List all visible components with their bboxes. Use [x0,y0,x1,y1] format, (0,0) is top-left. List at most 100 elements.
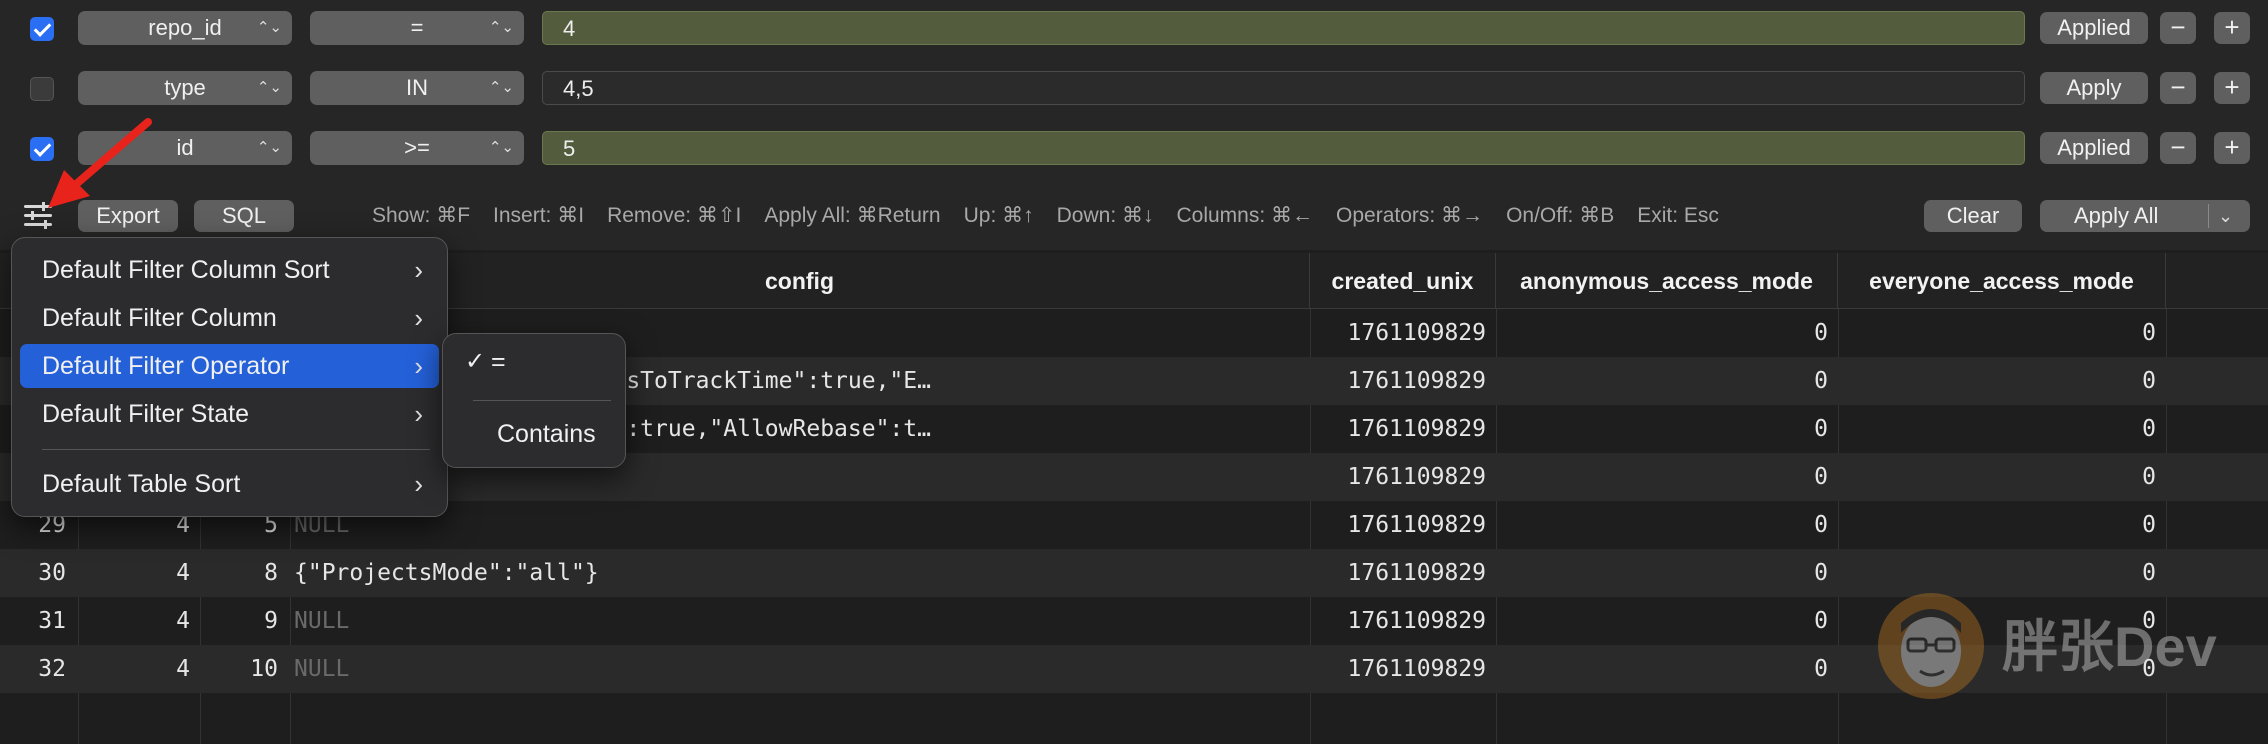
filter-apply-button[interactable]: Apply [2040,72,2148,104]
filter-enable-checkbox[interactable] [30,17,54,41]
chevron-right-icon: › [414,399,423,429]
column-header-everyone-access-mode[interactable]: everyone_access_mode [1838,253,2166,309]
add-filter-button[interactable]: + [2214,12,2250,44]
menu-item-default-table-sort[interactable]: Default Table Sort › [20,462,439,506]
table-cell[interactable]: 1761109829 [1310,309,1492,357]
menu-item-default-filter-column[interactable]: Default Filter Column › [20,296,439,340]
table-cell[interactable]: 0 [1838,501,2162,549]
menu-item-label: Default Table Sort [42,470,241,498]
filter-operator-label: IN [406,75,428,100]
table-cell[interactable]: 0 [1496,357,1834,405]
apply-all-button[interactable]: Apply All ⌄ [2040,200,2250,232]
filter-column-select[interactable]: repo_id ⌃⌄ [78,11,292,45]
table-cell[interactable]: 1761109829 [1310,645,1492,693]
updown-chevron-icon: ⌃⌄ [256,19,282,36]
table-cell[interactable]: 8 [200,549,284,597]
filter-applied-button[interactable]: Applied [2040,12,2148,44]
filter-operator-select[interactable]: >= ⌃⌄ [310,131,524,165]
filter-applied-button[interactable]: Applied [2040,132,2148,164]
table-cell[interactable]: 4 [78,597,196,645]
menu-item-default-filter-column-sort[interactable]: Default Filter Column Sort › [20,248,439,292]
updown-chevron-icon: ⌃⌄ [256,139,282,156]
menu-item-label: Default Filter Column Sort [42,256,330,284]
watermark: 胖张Dev [1878,593,2228,703]
table-cell[interactable]: 1761109829 [1310,597,1492,645]
filter-column-select[interactable]: type ⌃⌄ [78,71,292,105]
apply-all-label: Apply All [2074,203,2159,228]
watermark-avatar-icon [1878,593,1984,699]
filter-value-input[interactable]: 4,5 [542,71,2025,105]
table-row[interactable]: 30 4 8 {"ProjectsMode":"all"} 1761109829 0 0 [0,549,2268,597]
column-header-anonymous-access-mode[interactable]: anonymous_access_mode [1496,253,1838,309]
chevron-down-icon[interactable]: ⌄ [2218,200,2233,232]
table-cell[interactable]: 1761109829 [1310,453,1492,501]
table-cell[interactable]: 31 [0,597,72,645]
table-cell[interactable]: 1761109829 [1310,501,1492,549]
submenu-item-label: Contains [497,420,596,448]
table-cell[interactable]: 10 [200,645,284,693]
table-cell[interactable]: 0 [1496,405,1834,453]
updown-chevron-icon: ⌃⌄ [488,19,514,36]
filter-column-label: id [176,135,194,160]
table-cell[interactable]: NULL [294,597,1304,645]
chevron-right-icon: › [414,351,423,381]
table-cell[interactable]: 1761109829 [1310,357,1492,405]
menu-separator [42,449,430,450]
filter-operator-label: >= [404,135,430,160]
clear-button[interactable]: Clear [1924,200,2022,232]
table-cell[interactable]: 0 [1838,309,2162,357]
table-cell[interactable]: 1761109829 [1310,549,1492,597]
filter-row-1: repo_id ⌃⌄ = ⌃⌄ 4 Applied − + [0,0,2268,60]
shortcut-hint: Apply All: ⌘Return [764,204,941,227]
updown-chevron-icon: ⌃⌄ [256,79,282,96]
chevron-right-icon: › [414,255,423,285]
operator-submenu: ✓ = Contains [442,333,626,468]
column-header-created-unix[interactable]: created_unix [1310,253,1496,309]
sql-button[interactable]: SQL [194,200,294,232]
submenu-item-equals[interactable]: ✓ = [451,340,619,384]
table-cell[interactable]: 0 [1496,453,1834,501]
table-cell[interactable]: 32 [0,645,72,693]
red-arrow-annotation [48,118,152,208]
table-cell[interactable]: 0 [1496,501,1834,549]
filter-value-input[interactable]: 4 [542,11,2025,45]
table-cell[interactable]: 9 [200,597,284,645]
table-cell[interactable]: 0 [1496,645,1834,693]
table-cell[interactable]: 0 [1496,309,1834,357]
table-cell[interactable]: 0 [1838,405,2162,453]
submenu-item-contains[interactable]: Contains [451,412,619,456]
table-cell[interactable]: 4 [78,645,196,693]
chevron-right-icon: › [414,469,423,499]
table-cell[interactable]: 0 [1838,549,2162,597]
filter-operator-label: = [410,15,424,40]
table-cell[interactable]: 0 [1496,597,1834,645]
table-cell[interactable]: 0 [1838,357,2162,405]
filter-settings-menu: Default Filter Column Sort › Default Filt… [11,237,448,517]
remove-filter-button[interactable]: − [2160,12,2196,44]
table-cell[interactable]: NULL [294,645,1304,693]
shortcut-hint: On/Off: ⌘B [1506,204,1615,227]
filter-operator-select[interactable]: = ⌃⌄ [310,11,524,45]
remove-filter-button[interactable]: − [2160,132,2196,164]
filter-toolbar: Export SQL Show: ⌘F Insert: ⌘I Remove: ⌘⇧I… [0,190,2268,242]
filter-operator-select[interactable]: IN ⌃⌄ [310,71,524,105]
chevron-right-icon: › [414,303,423,333]
menu-item-label: Default Filter Column [42,304,277,332]
table-cell[interactable]: 0 [1496,549,1834,597]
table-cell[interactable]: 0 [1838,453,2162,501]
table-cell[interactable]: {"ProjectsMode":"all"} [294,549,1304,597]
updown-chevron-icon: ⌃⌄ [488,139,514,156]
remove-filter-button[interactable]: − [2160,72,2196,104]
table-cell[interactable]: 1761109829 [1310,405,1492,453]
table-cell[interactable]: 4 [78,549,196,597]
filter-enable-checkbox[interactable] [30,77,54,101]
menu-item-label: Default Filter Operator [42,352,290,380]
add-filter-button[interactable]: + [2214,72,2250,104]
menu-item-default-filter-operator[interactable]: Default Filter Operator › [20,344,439,388]
add-filter-button[interactable]: + [2214,132,2250,164]
table-cell[interactable]: 30 [0,549,72,597]
menu-item-default-filter-state[interactable]: Default Filter State › [20,392,439,436]
filter-value-input[interactable]: 5 [542,131,2025,165]
shortcut-hints: Show: ⌘F Insert: ⌘I Remove: ⌘⇧I Apply All: … [372,200,1742,232]
filter-row-2: type ⌃⌄ IN ⌃⌄ 4,5 Apply − + [0,60,2268,120]
